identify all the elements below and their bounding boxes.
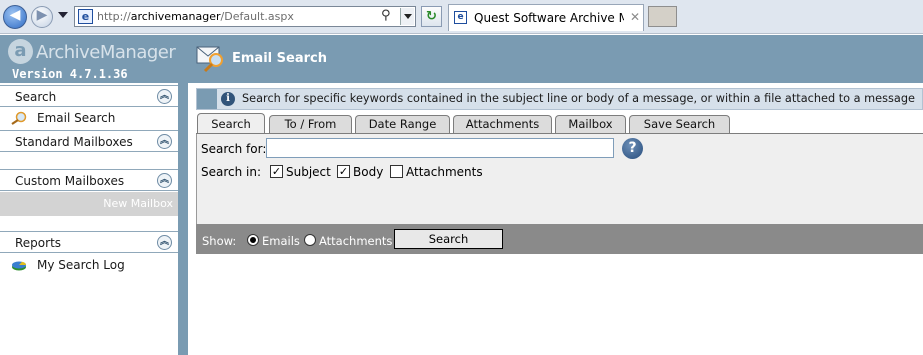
refresh-button[interactable]: ↻ [421,6,442,27]
sidebar-item-label: My Search Log [37,258,125,272]
attachments-checkbox-label: Attachments [406,165,483,179]
collapse-icon[interactable]: ︽ [157,89,172,104]
sidebar-item-my-search-log[interactable]: My Search Log [0,255,178,275]
forward-button[interactable]: ▶ [31,6,53,28]
page-title: Email Search [232,51,327,66]
sidebar-section-label: Custom Mailboxes [15,174,125,188]
refresh-icon: ↻ [426,9,437,24]
attachments-radio-label: Attachments [319,234,393,248]
info-bar: i Search for specific keywords contained… [196,88,923,110]
browser-toolbar: ◀ ▶ e http://archivemanager/Default.aspx… [0,0,923,34]
address-bar[interactable]: e http://archivemanager/Default.aspx ⚲ [74,6,416,27]
magnifier-icon [11,111,27,125]
tab-save-search[interactable]: Save Search [629,115,730,134]
info-icon: i [221,92,235,106]
emails-radio[interactable] [247,234,259,246]
attachments-radio[interactable] [304,234,316,246]
sidebar: Search ︽ Email Search Standard Mailboxes… [0,83,188,355]
search-for-label: Search for: [201,142,267,156]
browser-tab[interactable]: e Quest Software Archive Man... ✕ [448,4,644,31]
search-for-input[interactable] [266,138,614,158]
sidebar-section-reports[interactable]: Reports ︽ [0,231,178,253]
collapse-icon[interactable]: ︽ [157,235,172,250]
logo: a ArchiveManager [6,38,176,68]
sidebar-section-search[interactable]: Search ︽ [0,85,178,107]
back-arrow-icon: ◀ [9,7,21,23]
tab-date-range[interactable]: Date Range [355,115,450,134]
info-text: Search for specific keywords contained i… [242,92,915,105]
app-header: a ArchiveManager Version 4.7.1.36 Email … [0,35,923,83]
tab-page-icon: e [454,11,467,24]
collapse-icon[interactable]: ︽ [157,173,172,188]
tab-attachments[interactable]: Attachments [453,115,552,134]
new-mailbox-label: New Mailbox [103,197,173,210]
body-checkbox-label: Body [353,165,384,179]
sidebar-section-custom-mailboxes[interactable]: Custom Mailboxes ︽ [0,169,178,191]
sidebar-section-label: Standard Mailboxes [15,135,133,149]
new-mailbox-button[interactable]: New Mailbox [0,192,178,216]
email-search-icon [196,46,223,73]
search-button[interactable]: Search [394,229,503,249]
tab-search[interactable]: Search [197,113,265,134]
checkmark-icon: ✓ [271,165,282,178]
show-bar: Show: Emails Attachments Search [196,224,923,254]
new-tab-button[interactable] [648,6,677,27]
sidebar-item-email-search[interactable]: Email Search [0,108,178,128]
search-icon[interactable]: ⚲ [381,8,391,23]
recent-pages-dropdown-icon[interactable] [58,12,68,18]
body-checkbox[interactable]: ✓ [337,165,350,178]
show-label: Show: [202,234,237,248]
search-in-label: Search in: [201,165,262,179]
subject-checkbox[interactable]: ✓ [270,165,283,178]
tab-title: Quest Software Archive Man... [474,11,624,25]
logo-icon: a [8,39,33,64]
checkmark-icon: ✓ [338,165,349,178]
emails-radio-label: Emails [262,234,300,248]
sidebar-section-label: Reports [15,236,62,250]
tab-mailbox[interactable]: Mailbox [555,115,626,134]
sidebar-section-standard-mailboxes[interactable]: Standard Mailboxes ︽ [0,130,178,152]
search-form: Search for: ? Search in: ✓ Subject ✓ Bod… [196,134,923,224]
subject-checkbox-label: Subject [286,165,331,179]
sidebar-splitter[interactable] [178,83,188,355]
version-label: Version 4.7.1.36 [12,67,128,81]
back-button[interactable]: ◀ [3,5,27,29]
close-tab-icon[interactable]: ✕ [630,10,640,24]
info-bar-marker [197,89,217,109]
sidebar-section-label: Search [15,90,57,104]
sidebar-item-label: Email Search [37,111,116,125]
url-text[interactable]: http://archivemanager/Default.aspx [97,10,294,23]
report-icon [12,261,27,271]
logo-text: ArchiveManager [36,42,176,63]
tab-to-from[interactable]: To / From [269,115,352,134]
help-icon[interactable]: ? [622,138,643,159]
collapse-icon[interactable]: ︽ [157,134,172,149]
address-dropdown-button[interactable] [400,8,414,25]
forward-arrow-icon: ▶ [36,7,48,23]
page-icon: e [78,9,93,24]
attachments-checkbox[interactable] [390,165,403,178]
search-tabs: Search To / From Date Range Attachments … [196,113,923,134]
